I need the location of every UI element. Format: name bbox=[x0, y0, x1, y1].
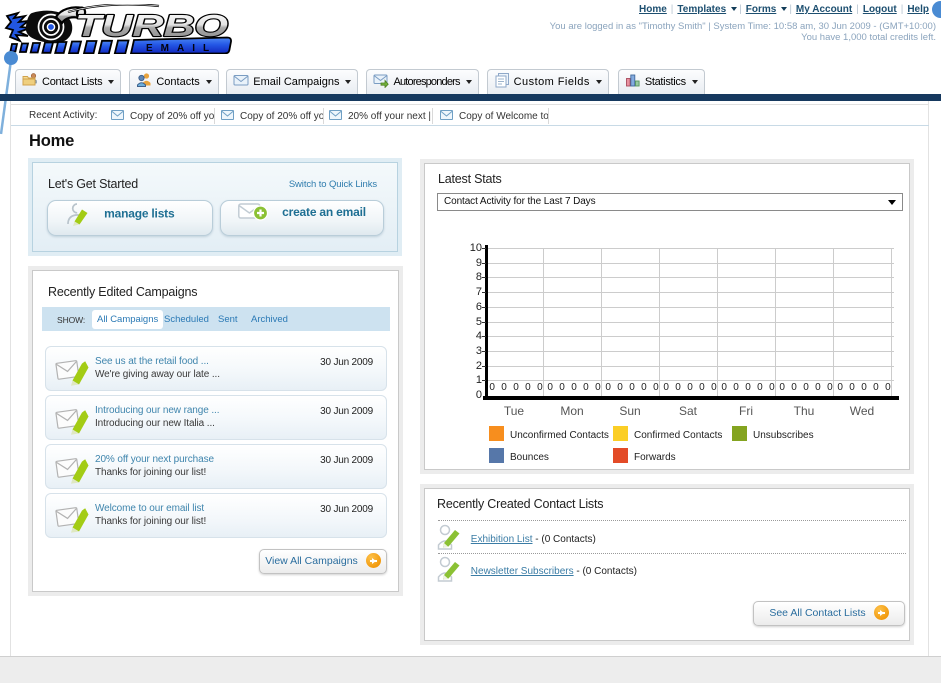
svg-text:EMAIL: EMAIL bbox=[146, 43, 217, 54]
